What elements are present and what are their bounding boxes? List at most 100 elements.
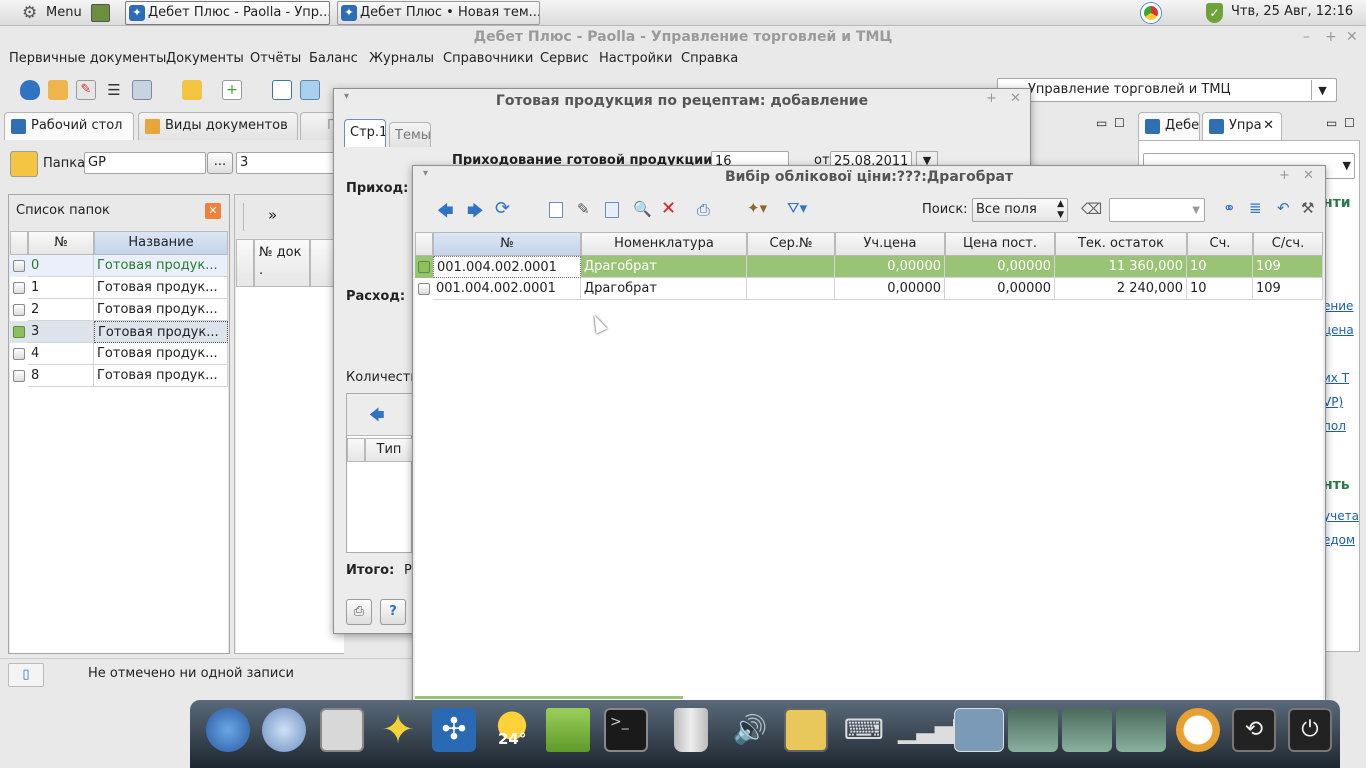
tab-page1[interactable]: Стр.1: [344, 119, 386, 147]
link-7[interactable]: нть: [1323, 477, 1350, 493]
row-checkbox[interactable]: [13, 348, 25, 360]
debet-app-icon[interactable]: ✣: [432, 708, 476, 752]
price-row[interactable]: 001.004.002.0001 Драгобрат 0,00000 0,000…: [415, 278, 1323, 300]
price-row-selected[interactable]: 001.004.002.0001 Драгобрат 0,00000 0,000…: [415, 256, 1323, 278]
col-serial-header[interactable]: Сер.№: [747, 232, 835, 256]
search-input[interactable]: ▼: [1109, 198, 1205, 222]
menu-journals[interactable]: Журналы: [369, 51, 434, 66]
edit-record-icon[interactable]: ✎: [577, 200, 590, 218]
folder-button[interactable]: [10, 151, 38, 177]
edit-icon[interactable]: ✎: [76, 80, 96, 100]
main-menu-button[interactable]: ⚙ Menu: [20, 2, 82, 24]
horizontal-scrollbar[interactable]: [415, 696, 683, 699]
logout-icon[interactable]: ⟲: [1232, 708, 1276, 752]
menu-reports[interactable]: Отчёты: [250, 51, 301, 66]
schedule-icon[interactable]: [784, 708, 828, 752]
chrome-tray-icon[interactable]: [1141, 3, 1161, 23]
minimize-icon[interactable]: ▭: [1096, 116, 1107, 130]
window-preview-3[interactable]: [1062, 708, 1112, 752]
clipboard-icon[interactable]: [132, 80, 152, 100]
link-1[interactable]: нти: [1323, 195, 1351, 211]
folder-row-selected[interactable]: 3 Готовая продук...: [10, 321, 228, 343]
folder-row[interactable]: 1 Готовая продук...: [10, 277, 228, 299]
thunderbird-icon[interactable]: [206, 708, 250, 752]
settings-tool-icon[interactable]: ⚒: [1301, 199, 1314, 217]
col-number-header[interactable]: №: [433, 232, 581, 256]
menu-service[interactable]: Сервис: [540, 51, 589, 66]
tools-icon[interactable]: ✦▾: [747, 199, 767, 217]
database-icon[interactable]: [20, 80, 40, 100]
col-account-header[interactable]: Сч.: [1187, 232, 1253, 256]
minimize-icon[interactable]: ▭: [1326, 116, 1337, 130]
filter-icon[interactable]: ⛛▾: [787, 199, 807, 217]
expand-button[interactable]: »: [268, 206, 277, 224]
print-icon[interactable]: ⎙: [697, 200, 710, 220]
delete-icon[interactable]: ✕: [661, 198, 676, 219]
maximize-icon[interactable]: +: [1325, 29, 1337, 45]
maximize-icon[interactable]: ☐: [1114, 116, 1125, 130]
folder-row[interactable]: 4 Готовая продук...: [10, 343, 228, 365]
search-mode-select[interactable]: Все поля ▲ ▼: [972, 198, 1068, 222]
link-6[interactable]: пол: [1323, 419, 1346, 433]
row-checkbox[interactable]: [418, 261, 430, 273]
calculator-icon[interactable]: [320, 708, 364, 752]
folder-code-field[interactable]: GP: [84, 152, 206, 174]
print-button[interactable]: ⎙: [346, 599, 372, 625]
keyboard-icon[interactable]: ⌨: [842, 708, 886, 752]
folder-row[interactable]: 2 Готовая продук...: [10, 299, 228, 321]
view-record-icon[interactable]: 🔍: [633, 200, 652, 218]
row-checkbox[interactable]: [13, 282, 25, 294]
taskbar-item-main[interactable]: ✦ Дебет Плюс - Paolla - Упр...: [125, 1, 330, 25]
clock[interactable]: Чтв, 25 Авг, 12:16: [1231, 4, 1353, 19]
trash-icon[interactable]: [674, 708, 708, 752]
link-9[interactable]: едом: [1323, 533, 1355, 547]
close-icon[interactable]: ✕: [1346, 29, 1358, 45]
refresh-icon[interactable]: ⟳: [495, 198, 510, 219]
columns-icon[interactable]: ≣: [1249, 199, 1262, 217]
row-checkbox[interactable]: [13, 304, 25, 316]
swirl-app-icon[interactable]: [262, 708, 306, 752]
next-arrow-icon[interactable]: 🡆: [467, 200, 484, 227]
dialog-close-icon[interactable]: ✕: [1303, 168, 1314, 183]
new-record-icon[interactable]: [549, 202, 563, 218]
signal-icon[interactable]: ▁▃▅▇: [898, 708, 972, 752]
link-2[interactable]: ение: [1323, 299, 1353, 313]
link-3[interactable]: цена: [1323, 323, 1354, 337]
link-4[interactable]: их Т: [1323, 371, 1349, 385]
list-icon[interactable]: ☰: [104, 80, 124, 100]
tab-topics[interactable]: Темы: [389, 122, 431, 147]
clock-icon[interactable]: [1176, 708, 1220, 752]
open-icon[interactable]: [48, 80, 68, 100]
link-8[interactable]: учета: [1323, 509, 1359, 523]
col-type-header[interactable]: Тип: [365, 438, 413, 462]
folder-open-icon[interactable]: [182, 80, 202, 100]
close-panel-button[interactable]: ✕: [205, 203, 221, 219]
dialog-menu-icon[interactable]: ▾: [423, 168, 428, 179]
prev-arrow-icon[interactable]: 🡄: [437, 200, 454, 227]
dialog-menu-icon[interactable]: ▾: [344, 91, 349, 102]
tab-document-types[interactable]: Виды документов: [138, 112, 298, 140]
menu-help[interactable]: Справка: [681, 51, 738, 66]
tab-gp[interactable]: Го: [300, 112, 336, 140]
col-num-header[interactable]: №: [28, 231, 94, 255]
table-icon[interactable]: [272, 80, 292, 100]
maximize-icon[interactable]: ☐: [1344, 116, 1355, 130]
folder-number-field[interactable]: 3: [236, 152, 336, 174]
taskbar-item-second[interactable]: ✦ Дебет Плюс • Новая тем...: [337, 1, 540, 25]
show-desktop-icon[interactable]: [91, 4, 110, 22]
row-checkbox[interactable]: [13, 370, 25, 382]
volume-icon[interactable]: 🔊: [728, 708, 772, 752]
folder-row[interactable]: 0 Готовая продук...: [10, 255, 228, 277]
col-subaccount-header[interactable]: С/сч.: [1253, 232, 1323, 256]
image-icon[interactable]: [300, 80, 320, 100]
dialog-maximize-icon[interactable]: +: [1279, 168, 1290, 183]
col-stock-header[interactable]: Тек. остаток: [1055, 232, 1187, 256]
menu-primary-docs[interactable]: Первичные документы: [9, 51, 166, 66]
window-preview-1[interactable]: [954, 708, 1004, 752]
col-docnum-header[interactable]: № док .: [254, 239, 310, 287]
minimize-icon[interactable]: –: [1303, 29, 1310, 45]
eraser-icon[interactable]: ⌫: [1081, 200, 1102, 218]
undo-icon[interactable]: ↶: [1277, 199, 1290, 217]
dialog-maximize-icon[interactable]: +: [986, 91, 997, 106]
star-app-icon[interactable]: ✦: [376, 708, 420, 752]
